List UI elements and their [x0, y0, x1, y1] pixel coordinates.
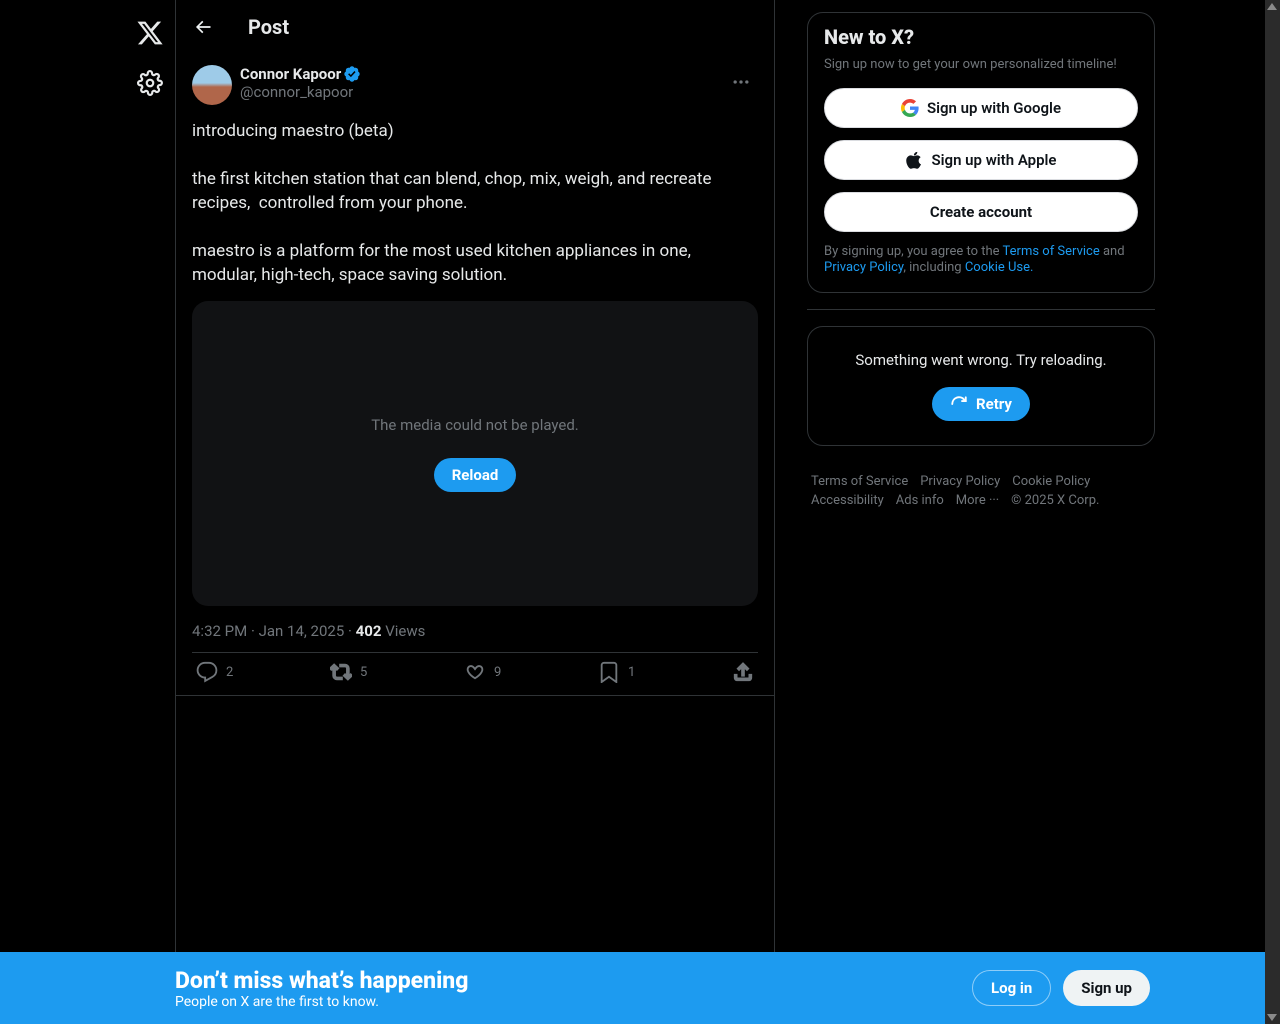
post-meta: 4:32 PM · Jan 14, 2025 · 402 Views — [192, 622, 758, 640]
scrollbar[interactable] — [1265, 0, 1280, 1024]
like-count: 9 — [494, 665, 501, 680]
share-button[interactable] — [732, 661, 754, 683]
retry-button[interactable]: Retry — [932, 387, 1030, 421]
google-icon — [901, 99, 919, 117]
retweet-icon — [330, 661, 352, 683]
share-icon — [732, 661, 754, 683]
tos-link[interactable]: Terms of Service — [1003, 244, 1100, 259]
footer-link[interactable]: Accessibility — [811, 493, 884, 508]
retweet-count: 5 — [360, 665, 367, 680]
signup-apple-label: Sign up with Apple — [931, 151, 1056, 169]
bookmark-icon — [598, 661, 620, 683]
reply-icon — [196, 661, 218, 683]
post-time[interactable]: 4:32 PM — [192, 622, 247, 640]
bookmark-count: 1 — [628, 665, 635, 680]
privacy-link[interactable]: Privacy Policy — [824, 260, 903, 275]
heart-icon — [464, 661, 486, 683]
footer-link[interactable]: Ads info — [896, 493, 944, 508]
x-logo[interactable] — [125, 8, 175, 58]
signup-panel: New to X? Sign up now to get your own pe… — [807, 12, 1155, 293]
signup-google-button[interactable]: Sign up with Google — [824, 88, 1138, 128]
signup-apple-button[interactable]: Sign up with Apple — [824, 140, 1138, 180]
apple-icon — [905, 151, 923, 169]
footer-link[interactable]: Privacy Policy — [920, 474, 1000, 489]
signup-legal: By signing up, you agree to the Terms of… — [824, 244, 1138, 276]
footer-link[interactable]: More ··· — [956, 493, 999, 508]
reply-count: 2 — [226, 665, 233, 680]
reply-button[interactable]: 2 — [196, 661, 233, 683]
cookie-link[interactable]: Cookie Use. — [965, 260, 1034, 275]
author-name[interactable]: Connor Kapoor — [240, 65, 341, 83]
signup-google-label: Sign up with Google — [927, 99, 1061, 117]
settings-nav[interactable] — [125, 58, 175, 108]
views-label: Views — [385, 622, 425, 640]
banner-title: Don’t miss what’s happening — [175, 967, 972, 994]
x-logo-icon — [136, 19, 164, 47]
post-text: introducing maestro (beta) the first kit… — [192, 119, 758, 287]
footer-copyright: © 2025 X Corp. — [1011, 493, 1099, 508]
login-button[interactable]: Log in — [972, 970, 1051, 1006]
avatar[interactable] — [192, 65, 232, 105]
post-date[interactable]: Jan 14, 2025 — [259, 622, 345, 640]
like-button[interactable]: 9 — [464, 661, 501, 683]
signup-subtitle: Sign up now to get your own personalized… — [824, 57, 1138, 72]
media-placeholder: The media could not be played. Reload — [192, 301, 758, 606]
error-message: Something went wrong. Try reloading. — [824, 351, 1138, 369]
reload-button[interactable]: Reload — [434, 458, 517, 492]
footer-links: Terms of Service Privacy Policy Cookie P… — [807, 462, 1155, 520]
banner-subtitle: People on X are the first to know. — [175, 994, 972, 1010]
signup-title: New to X? — [824, 25, 1138, 49]
retry-label: Retry — [976, 395, 1012, 413]
back-button[interactable] — [186, 10, 220, 44]
author-handle[interactable]: @connor_kapoor — [240, 83, 361, 101]
signup-button[interactable]: Sign up — [1063, 970, 1150, 1006]
footer-link[interactable]: Terms of Service — [811, 474, 908, 489]
signup-banner: Don’t miss what’s happening People on X … — [0, 952, 1280, 1024]
media-error-text: The media could not be played. — [371, 416, 579, 434]
verified-badge-icon — [343, 65, 361, 83]
more-icon — [731, 72, 751, 92]
bookmark-button[interactable]: 1 — [598, 661, 635, 683]
refresh-icon — [950, 395, 968, 413]
footer-link[interactable]: Cookie Policy — [1012, 474, 1090, 489]
retweet-button[interactable]: 5 — [330, 661, 367, 683]
error-panel: Something went wrong. Try reloading. Ret… — [807, 326, 1155, 446]
arrow-left-icon — [193, 17, 213, 37]
more-button[interactable] — [724, 65, 758, 99]
views-count[interactable]: 402 — [356, 622, 382, 640]
create-account-button[interactable]: Create account — [824, 192, 1138, 232]
gear-icon — [137, 70, 163, 96]
create-account-label: Create account — [930, 203, 1032, 221]
page-title: Post — [248, 15, 289, 39]
